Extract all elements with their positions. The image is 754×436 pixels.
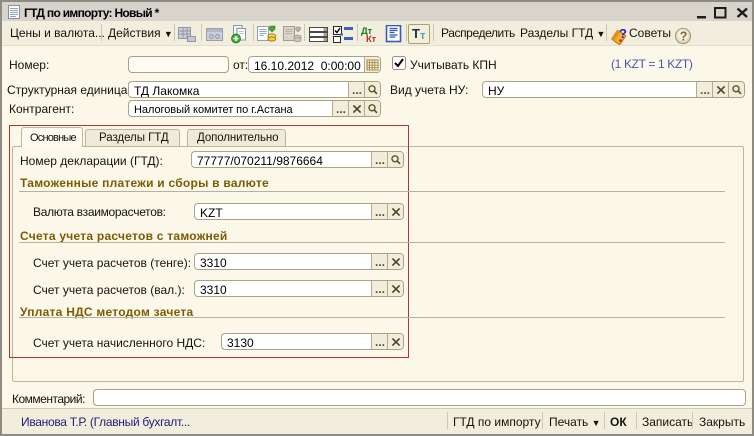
svg-text:?: ? [680, 30, 688, 44]
svg-text:?: ? [619, 26, 627, 41]
